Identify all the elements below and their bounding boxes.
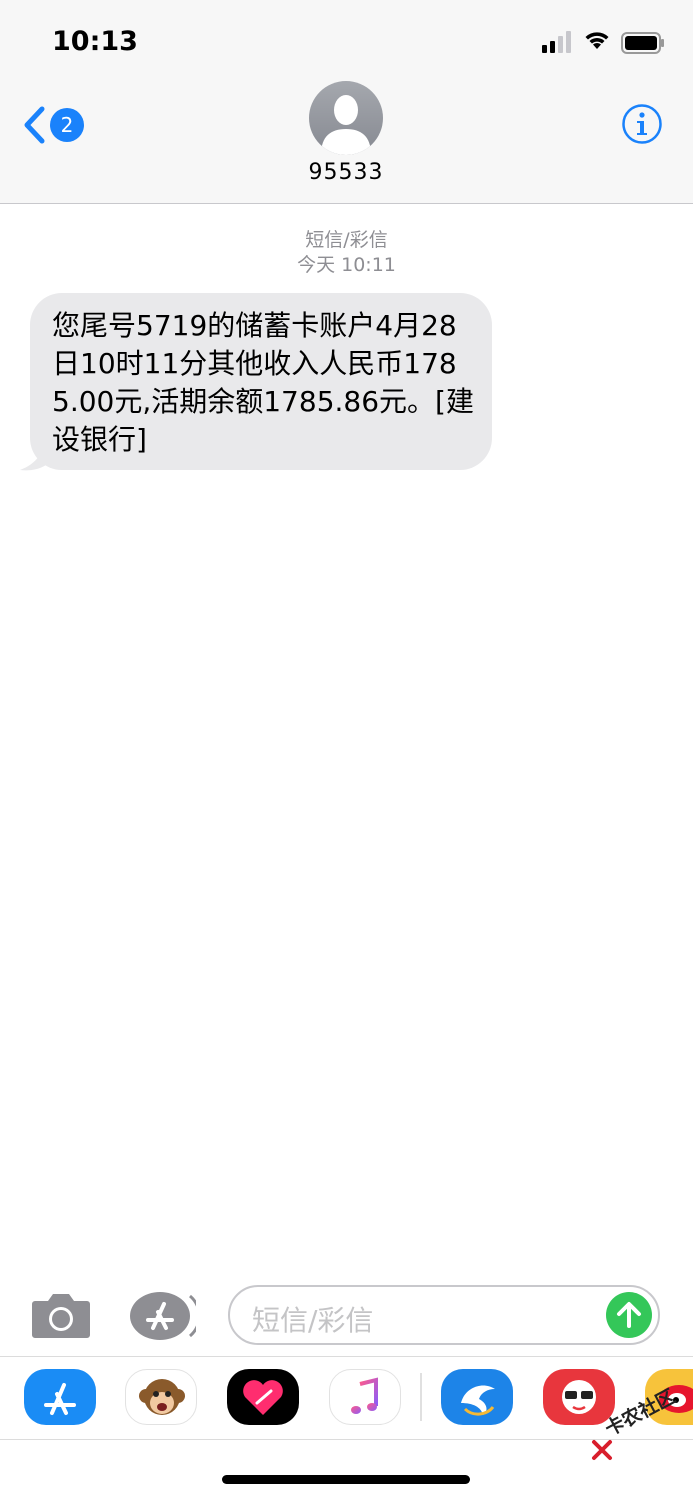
- cellular-signal-icon: [542, 31, 571, 53]
- service-label: 短信/彩信: [305, 229, 388, 251]
- message-text: 您尾号5719的储蓄卡账户4月28日10时11分其他收入人民币1785.00元,…: [52, 309, 474, 456]
- chevron-left-icon: [24, 106, 45, 144]
- incoming-message-bubble[interactable]: 您尾号5719的储蓄卡账户4月28日10时11分其他收入人民币1785.00元,…: [30, 293, 492, 470]
- send-button[interactable]: [606, 1292, 652, 1338]
- back-button[interactable]: 2: [18, 102, 88, 148]
- contact-avatar[interactable]: [309, 81, 383, 155]
- unread-count-badge: 2: [50, 108, 84, 142]
- arrow-up-icon: [617, 1302, 641, 1328]
- music-icon[interactable]: [329, 1369, 401, 1425]
- message-input[interactable]: 短信/彩信: [228, 1285, 660, 1345]
- drawer-divider: [420, 1373, 422, 1421]
- input-placeholder: 短信/彩信: [252, 1304, 374, 1337]
- camera-icon[interactable]: [31, 1291, 91, 1339]
- contact-name[interactable]: 95533: [246, 160, 446, 185]
- app-store-drawer-icon[interactable]: [128, 1290, 196, 1342]
- watermark: 卡农社区: [588, 1385, 688, 1470]
- person-silhouette-icon: [309, 81, 383, 155]
- watermark-logo-icon: [592, 1440, 612, 1460]
- battery-icon: [621, 32, 664, 54]
- message-meta: 短信/彩信 今天 10:11: [0, 228, 693, 278]
- messages-screen: 10:13 2 95533 短信/彩信 今天 10:11 您尾号5719的储蓄卡…: [0, 0, 693, 1500]
- home-indicator[interactable]: [222, 1475, 470, 1484]
- animoji-monkey-icon[interactable]: [125, 1369, 197, 1425]
- status-time: 10:13: [52, 26, 138, 57]
- wifi-icon: [585, 32, 609, 49]
- app-store-icon[interactable]: [24, 1369, 96, 1425]
- digital-touch-icon[interactable]: [227, 1369, 299, 1425]
- info-icon[interactable]: [621, 103, 663, 145]
- message-timestamp: 今天 10:11: [297, 254, 396, 276]
- conversation-header: 10:13 2 95533: [0, 0, 693, 204]
- dolphin-app-icon[interactable]: [441, 1369, 513, 1425]
